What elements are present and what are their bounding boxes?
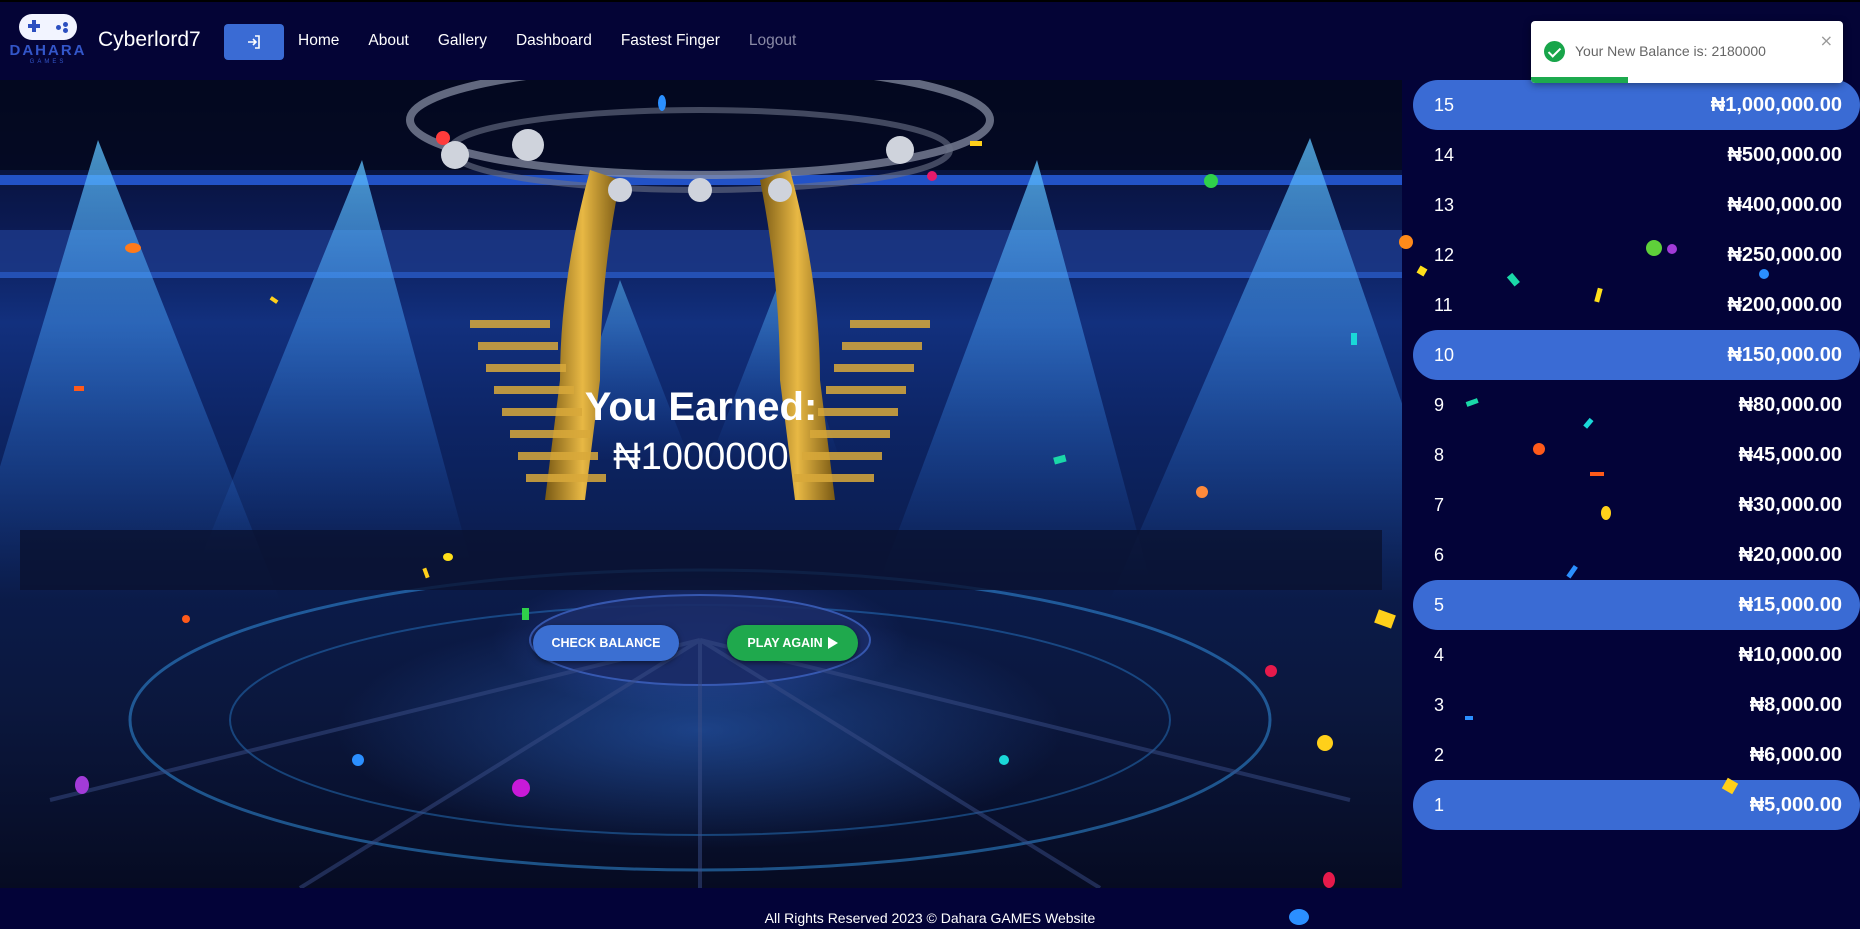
ladder-level: 8 <box>1434 444 1445 465</box>
ladder-row: 15 ₦1,000,000.00 <box>1413 80 1860 130</box>
earned-amount: ₦1000000 <box>613 436 789 478</box>
nav-dashboard[interactable]: Dashboard <box>516 32 592 50</box>
ladder-level: 4 <box>1434 644 1445 665</box>
check-balance-label: CHECK BALANCE <box>551 636 661 650</box>
ladder-amount: ₦150,000.00 <box>1727 343 1842 366</box>
dahara-logo[interactable]: DAHARA GAMES <box>10 14 86 70</box>
ladder-row: 12 ₦250,000.00 <box>1413 230 1860 280</box>
nav-gallery[interactable]: Gallery <box>438 32 487 50</box>
ladder-level: 13 <box>1434 194 1455 215</box>
ladder-level: 10 <box>1434 344 1455 365</box>
ladder-amount: ₦30,000.00 <box>1738 493 1842 516</box>
ladder-row: 1 ₦5,000.00 <box>1413 780 1860 830</box>
play-icon <box>827 637 838 649</box>
ladder-row: 8 ₦45,000.00 <box>1413 430 1860 480</box>
ladder-row: 13 ₦400,000.00 <box>1413 180 1860 230</box>
logo-word: DAHARA <box>9 42 87 59</box>
ladder-level: 2 <box>1434 744 1445 765</box>
check-balance-button[interactable]: CHECK BALANCE <box>533 625 679 661</box>
ladder-row: 2 ₦6,000.00 <box>1413 730 1860 780</box>
studio-backdrop <box>0 80 1402 888</box>
ladder-row: 9 ₦80,000.00 <box>1413 380 1860 430</box>
nav-logout[interactable]: Logout <box>749 32 796 50</box>
ladder-level: 3 <box>1434 694 1445 715</box>
prize-ladder: 15 ₦1,000,000.00 14 ₦500,000.00 13 ₦400,000.0… <box>1413 80 1860 830</box>
ladder-level: 1 <box>1434 794 1445 815</box>
nav-fastest-finger[interactable]: Fastest Finger <box>621 32 720 50</box>
ladder-amount: ₦8,000.00 <box>1749 693 1842 716</box>
login-button[interactable] <box>224 24 284 60</box>
ladder-row: 3 ₦8,000.00 <box>1413 680 1860 730</box>
ladder-level: 14 <box>1434 144 1455 165</box>
ladder-level: 11 <box>1434 294 1453 315</box>
toast-progress-fill <box>1531 77 1628 83</box>
ladder-amount: ₦15,000.00 <box>1738 593 1842 616</box>
close-icon[interactable]: × <box>1820 31 1833 50</box>
username-label: Cyberlord7 <box>98 28 201 51</box>
ladder-amount: ₦500,000.00 <box>1727 143 1842 166</box>
ladder-amount: ₦45,000.00 <box>1738 443 1842 466</box>
ladder-row: 14 ₦500,000.00 <box>1413 130 1860 180</box>
gamepad-icon <box>19 14 77 40</box>
ladder-row: 10 ₦150,000.00 <box>1413 330 1860 380</box>
balance-toast: Your New Balance is: 2180000 × <box>1531 21 1843 83</box>
toast-progress-track <box>1531 77 1843 83</box>
ladder-level: 12 <box>1434 244 1455 265</box>
nav-about[interactable]: About <box>368 32 409 50</box>
sign-in-icon <box>248 35 260 49</box>
ladder-amount: ₦80,000.00 <box>1738 393 1842 416</box>
footer-copyright: All Rights Reserved 2023 © Dahara GAMES … <box>764 910 1096 926</box>
ladder-amount: ₦20,000.00 <box>1738 543 1842 566</box>
ladder-amount: ₦5,000.00 <box>1749 793 1842 816</box>
check-circle-icon <box>1544 41 1565 62</box>
ladder-level: 15 <box>1434 94 1455 115</box>
ladder-row: 6 ₦20,000.00 <box>1413 530 1860 580</box>
play-again-label: PLAY AGAIN <box>747 636 823 650</box>
ladder-row: 4 ₦10,000.00 <box>1413 630 1860 680</box>
ladder-row: 11 ₦200,000.00 <box>1413 280 1860 330</box>
logo-sub: GAMES <box>29 59 67 65</box>
game-stage: You Earned: ₦1000000 CHECK BALANCE PLAY … <box>0 80 1402 888</box>
ladder-row: 7 ₦30,000.00 <box>1413 480 1860 530</box>
ladder-level: 5 <box>1434 594 1445 615</box>
ladder-amount: ₦250,000.00 <box>1727 243 1842 266</box>
ladder-amount: ₦200,000.00 <box>1727 293 1842 316</box>
ladder-level: 6 <box>1434 544 1445 565</box>
ladder-amount: ₦10,000.00 <box>1738 643 1842 666</box>
ladder-row: 5 ₦15,000.00 <box>1413 580 1860 630</box>
nav-links: Home About Gallery Dashboard Fastest Fin… <box>298 32 825 50</box>
ladder-amount: ₦1,000,000.00 <box>1710 93 1842 116</box>
ladder-level: 9 <box>1434 394 1445 415</box>
ladder-amount: ₦400,000.00 <box>1727 193 1842 216</box>
play-again-button[interactable]: PLAY AGAIN <box>727 625 858 661</box>
ladder-amount: ₦6,000.00 <box>1749 743 1842 766</box>
toast-message: Your New Balance is: 2180000 <box>1575 43 1766 59</box>
ladder-level: 7 <box>1434 494 1445 515</box>
earned-title: You Earned: <box>584 385 818 429</box>
nav-home[interactable]: Home <box>298 32 339 50</box>
